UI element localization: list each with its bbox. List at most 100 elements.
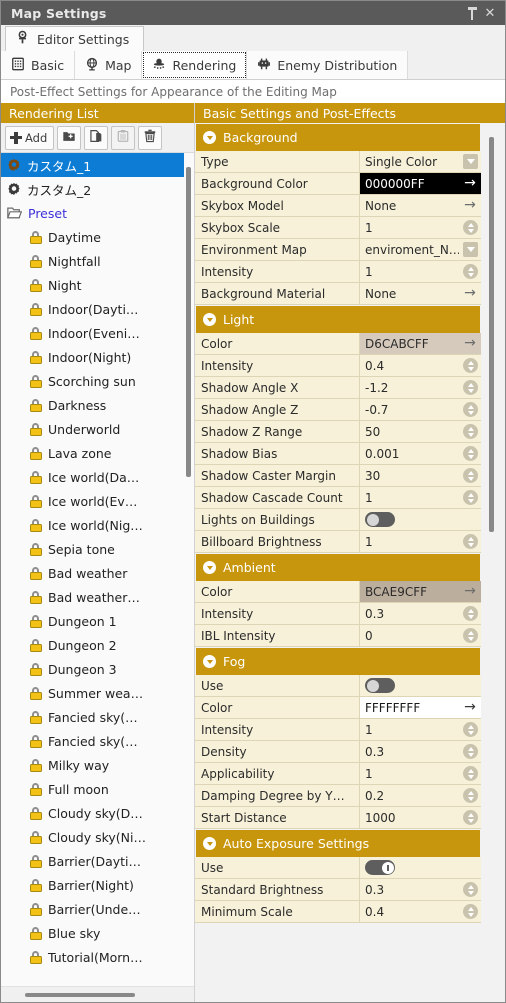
property-value[interactable]: 1 bbox=[360, 531, 481, 552]
property-value[interactable]: 0.4 bbox=[360, 355, 481, 376]
section-header-fog[interactable]: Fog bbox=[196, 648, 480, 675]
list-item[interactable]: Blue sky bbox=[1, 921, 184, 945]
delete-button[interactable] bbox=[138, 125, 163, 150]
rendering-list-horizontal-scrollbar[interactable] bbox=[1, 986, 194, 1002]
list-item[interactable]: Indoor(Dayti… bbox=[1, 297, 184, 321]
list-item[interactable]: Cloudy sky(D… bbox=[1, 801, 184, 825]
section-header-auto-exposure-settings[interactable]: Auto Exposure Settings bbox=[196, 830, 480, 857]
property-value[interactable]: None → bbox=[360, 283, 481, 304]
tab-basic[interactable]: Basic bbox=[1, 51, 76, 79]
duplicate-button[interactable] bbox=[84, 125, 109, 150]
list-item[interactable]: Milky way bbox=[1, 753, 184, 777]
property-value[interactable]: 0.001 bbox=[360, 443, 481, 464]
spinner-stepper[interactable] bbox=[463, 446, 478, 461]
list-item[interactable]: Full moon bbox=[1, 777, 184, 801]
toggle-switch[interactable] bbox=[365, 860, 395, 875]
property-value[interactable]: enviroment_N… bbox=[360, 239, 481, 260]
list-item[interactable]: Fancied sky(… bbox=[1, 729, 184, 753]
property-value[interactable]: 0.3 bbox=[360, 603, 481, 624]
spinner-stepper[interactable] bbox=[463, 904, 478, 919]
property-grid-vertical-scrollbar[interactable] bbox=[488, 131, 496, 994]
property-value[interactable]: 0.3 bbox=[360, 741, 481, 762]
section-header-background[interactable]: Background bbox=[196, 124, 480, 151]
list-item[interactable]: Dungeon 1 bbox=[1, 609, 184, 633]
spinner-stepper[interactable] bbox=[463, 766, 478, 781]
property-value[interactable]: -1.2 bbox=[360, 377, 481, 398]
property-value[interactable]: 30 bbox=[360, 465, 481, 486]
property-value[interactable]: 50 bbox=[360, 421, 481, 442]
toggle-switch[interactable] bbox=[365, 678, 395, 693]
open-arrow-icon[interactable]: → bbox=[462, 584, 478, 599]
property-value[interactable]: 1 bbox=[360, 217, 481, 238]
property-value[interactable]: 1 bbox=[360, 487, 481, 508]
open-arrow-icon[interactable]: → bbox=[462, 198, 478, 213]
property-grid-scroll-area[interactable]: Background Type Single Color Background Col… bbox=[195, 123, 505, 1002]
property-value[interactable]: D6CABCFF → bbox=[360, 333, 481, 354]
spinner-stepper[interactable] bbox=[463, 402, 478, 417]
spinner-stepper[interactable] bbox=[463, 468, 478, 483]
property-value[interactable]: FFFFFFFF → bbox=[360, 697, 481, 718]
list-item[interactable]: Barrier(Dayti… bbox=[1, 849, 184, 873]
section-header-ambient[interactable]: Ambient bbox=[196, 554, 480, 581]
property-value[interactable]: 0 bbox=[360, 625, 481, 646]
spinner-stepper[interactable] bbox=[463, 264, 478, 279]
spinner-stepper[interactable] bbox=[463, 882, 478, 897]
section-header-light[interactable]: Light bbox=[196, 306, 480, 333]
list-item[interactable]: Ice world(Da… bbox=[1, 465, 184, 489]
list-item[interactable]: Underworld bbox=[1, 417, 184, 441]
chevron-down-icon[interactable] bbox=[463, 242, 478, 257]
property-value[interactable]: 0.2 bbox=[360, 785, 481, 806]
spinner-stepper[interactable] bbox=[463, 744, 478, 759]
spinner-stepper[interactable] bbox=[463, 628, 478, 643]
property-value[interactable]: 1 bbox=[360, 763, 481, 784]
close-icon[interactable]: ✕ bbox=[481, 4, 499, 22]
property-value[interactable] bbox=[360, 509, 481, 530]
property-value[interactable]: 0.3 bbox=[360, 879, 481, 900]
list-item[interactable]: Barrier(Unde… bbox=[1, 897, 184, 921]
list-item[interactable]: Darkness bbox=[1, 393, 184, 417]
rendering-list-scroll-area[interactable]: カスタム_1 カスタム_2 Preset Daytime Nightfall Night I… bbox=[1, 153, 194, 986]
property-value[interactable]: Single Color bbox=[360, 151, 481, 172]
list-item[interactable]: Dungeon 2 bbox=[1, 633, 184, 657]
property-value[interactable] bbox=[360, 675, 481, 696]
spinner-stepper[interactable] bbox=[463, 722, 478, 737]
toggle-switch[interactable] bbox=[365, 512, 395, 527]
paste-button[interactable] bbox=[111, 125, 136, 150]
tab-enemy-distribution[interactable]: Enemy Distribution bbox=[247, 51, 409, 79]
open-arrow-icon[interactable]: → bbox=[462, 336, 478, 351]
new-folder-button[interactable] bbox=[57, 125, 82, 150]
spinner-stepper[interactable] bbox=[463, 220, 478, 235]
tab-editor-settings[interactable]: Editor Settings bbox=[5, 26, 145, 51]
list-item[interactable]: Cloudy sky(Ni… bbox=[1, 825, 184, 849]
list-item[interactable]: Bad weather bbox=[1, 561, 184, 585]
list-item[interactable]: Summer wea… bbox=[1, 681, 184, 705]
list-item[interactable]: Daytime bbox=[1, 225, 184, 249]
pin-icon[interactable] bbox=[463, 4, 481, 22]
open-arrow-icon[interactable]: → bbox=[462, 700, 478, 715]
property-value[interactable]: 000000FF → bbox=[360, 173, 481, 194]
open-arrow-icon[interactable]: → bbox=[462, 286, 478, 301]
property-value[interactable]: -0.7 bbox=[360, 399, 481, 420]
property-value[interactable] bbox=[360, 857, 481, 878]
list-item[interactable]: Ice world(Nig… bbox=[1, 513, 184, 537]
list-item[interactable]: Lava zone bbox=[1, 441, 184, 465]
list-item[interactable]: Fancied sky(… bbox=[1, 705, 184, 729]
spinner-stepper[interactable] bbox=[463, 380, 478, 395]
list-item[interactable]: カスタム_2 bbox=[1, 177, 184, 201]
spinner-stepper[interactable] bbox=[463, 424, 478, 439]
list-item[interactable]: Nightfall bbox=[1, 249, 184, 273]
list-item[interactable]: Tutorial(Morn… bbox=[1, 945, 184, 969]
spinner-stepper[interactable] bbox=[463, 788, 478, 803]
property-value[interactable]: BCAE9CFF → bbox=[360, 581, 481, 602]
chevron-down-icon[interactable] bbox=[463, 154, 478, 169]
tab-rendering[interactable]: Rendering bbox=[142, 51, 248, 79]
spinner-stepper[interactable] bbox=[463, 358, 478, 373]
spinner-stepper[interactable] bbox=[463, 810, 478, 825]
list-item[interactable]: Scorching sun bbox=[1, 369, 184, 393]
list-item[interactable]: Indoor(Eveni… bbox=[1, 321, 184, 345]
property-value[interactable]: None → bbox=[360, 195, 481, 216]
property-value[interactable]: 1000 bbox=[360, 807, 481, 828]
property-value[interactable]: 1 bbox=[360, 261, 481, 282]
list-item[interactable]: Dungeon 3 bbox=[1, 657, 184, 681]
spinner-stepper[interactable] bbox=[463, 534, 478, 549]
